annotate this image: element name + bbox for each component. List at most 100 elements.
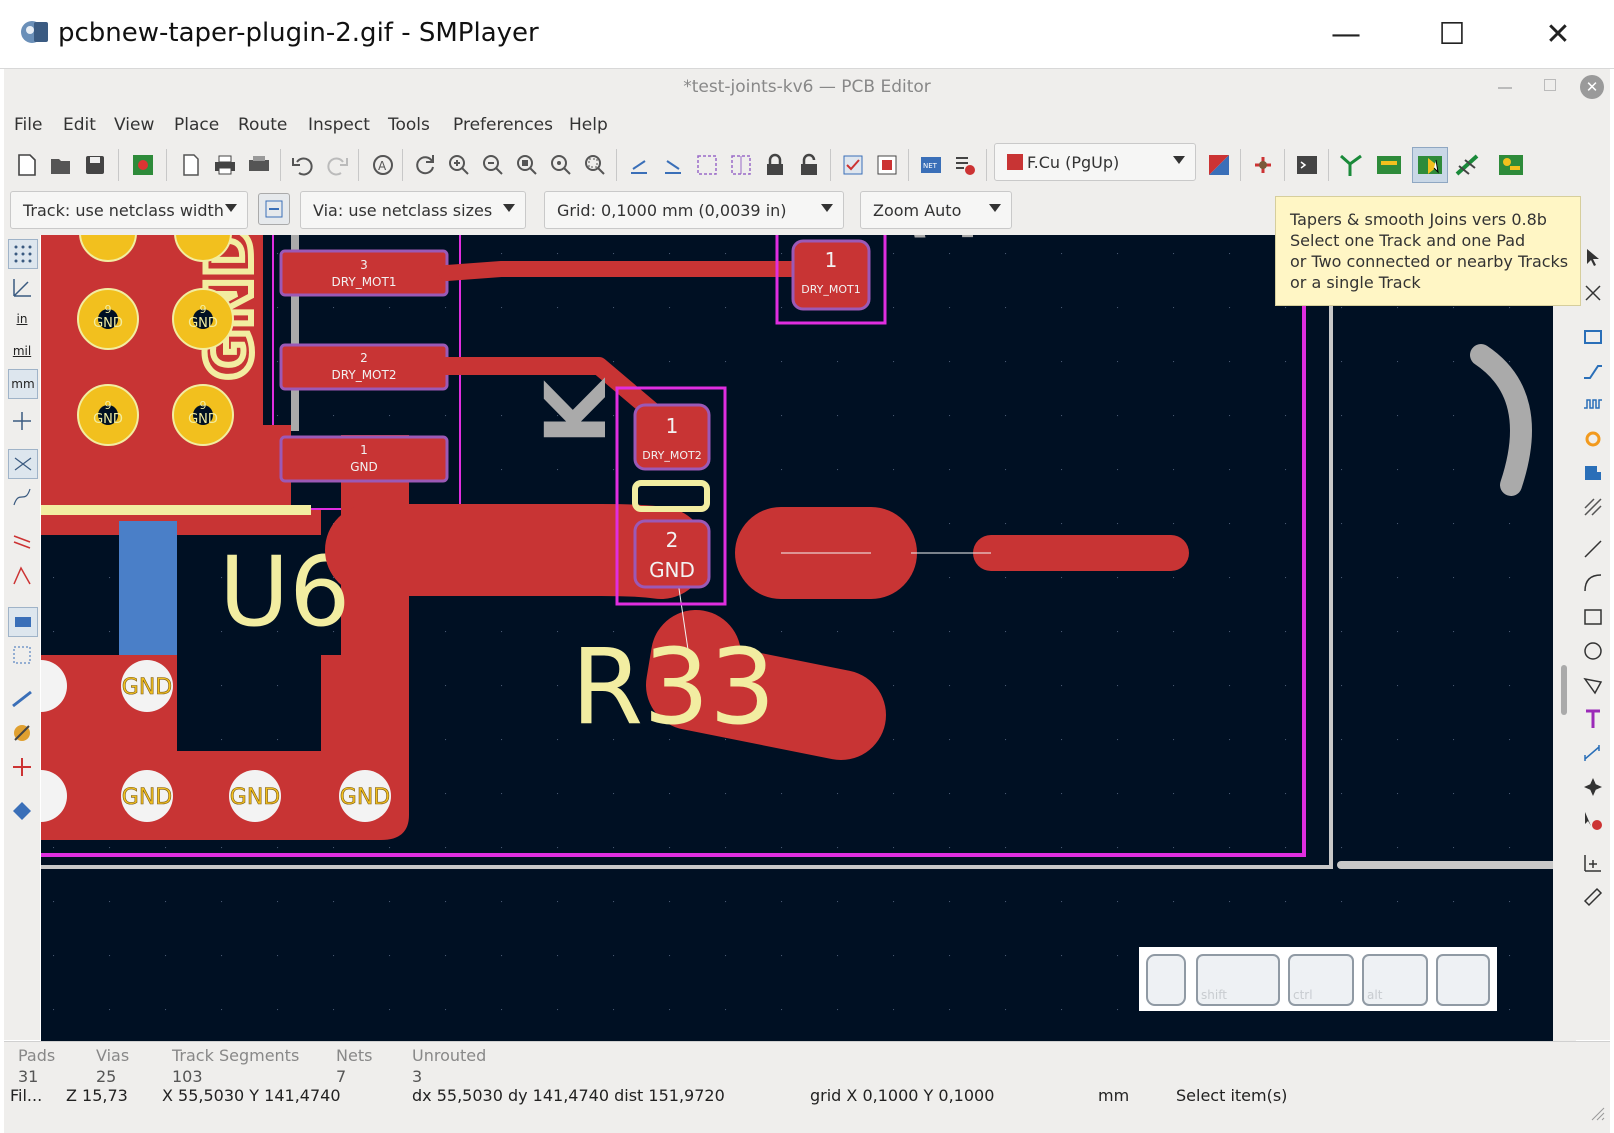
add-dimension-icon[interactable]: [1579, 739, 1607, 767]
via-size-select[interactable]: Via: use netclass sizes: [300, 191, 526, 229]
vertical-scroll-handle[interactable]: [1561, 665, 1567, 715]
zoom-select[interactable]: Zoom Auto: [860, 191, 1012, 229]
menu-preferences[interactable]: Preferences: [453, 115, 553, 135]
zone-outline-icon[interactable]: [8, 527, 36, 555]
zoom-objects-icon[interactable]: [544, 148, 578, 182]
close-button[interactable]: ✕: [1530, 14, 1586, 54]
high-contrast-icon[interactable]: [8, 719, 36, 747]
zoom-in-icon[interactable]: [442, 148, 476, 182]
local-ratsnest-icon[interactable]: [1579, 279, 1607, 307]
grid-toggle-icon[interactable]: [8, 239, 38, 269]
delete-tool-icon[interactable]: [1579, 807, 1607, 835]
redo-icon[interactable]: [320, 148, 354, 182]
kicad-close-icon[interactable]: ✕: [1580, 75, 1604, 99]
open-icon[interactable]: [44, 148, 78, 182]
mirror-h-icon[interactable]: [690, 148, 724, 182]
key-mouse: [1146, 954, 1186, 1006]
add-via-icon[interactable]: [1579, 425, 1607, 453]
vias-sketch-icon[interactable]: [8, 641, 36, 669]
fab-track-blue: [119, 521, 177, 671]
track-plugin-icon[interactable]: [1372, 148, 1406, 182]
netlist-icon[interactable]: NET: [914, 148, 948, 182]
cursor-style-icon[interactable]: [8, 407, 36, 435]
silk-k: K: [527, 377, 625, 445]
select-tool-icon[interactable]: [1579, 243, 1607, 271]
layer-pair-icon[interactable]: [1202, 148, 1236, 182]
scripting-tool-icon[interactable]: [1246, 148, 1280, 182]
status-file: Fil...: [10, 1086, 43, 1105]
tapers-plugin-icon[interactable]: [1412, 147, 1448, 183]
print-icon[interactable]: [208, 148, 242, 182]
rule-area-icon[interactable]: [1579, 493, 1607, 521]
draw-line-icon[interactable]: [1579, 535, 1607, 563]
drc-icon[interactable]: [836, 148, 870, 182]
kicad-maximize-icon[interactable]: [1544, 79, 1556, 91]
zoom-fit-icon[interactable]: [510, 148, 544, 182]
refresh-icon[interactable]: [408, 148, 442, 182]
zoom-out-icon[interactable]: [476, 148, 510, 182]
minimize-button[interactable]: —: [1318, 14, 1374, 54]
measure-tool-icon[interactable]: [1579, 883, 1607, 911]
menu-tools[interactable]: Tools: [388, 115, 430, 135]
plot-icon[interactable]: [242, 148, 276, 182]
menu-route[interactable]: Route: [238, 115, 287, 135]
menu-place[interactable]: Place: [174, 115, 219, 135]
units-inch-button[interactable]: in: [8, 305, 36, 333]
find-icon[interactable]: A: [366, 148, 400, 182]
place-anchor-icon[interactable]: [1579, 773, 1607, 801]
round-tracks-icon[interactable]: [1494, 148, 1528, 182]
via-stitching-icon[interactable]: [1452, 148, 1486, 182]
grid-select[interactable]: Grid: 0,1000 mm (0,0039 in): [544, 191, 844, 229]
save-icon[interactable]: [78, 148, 112, 182]
track-width-select[interactable]: Track: use netclass width: [10, 191, 248, 229]
grid-origin-icon[interactable]: [1579, 849, 1607, 877]
teardrops-plugin-icon[interactable]: [1334, 148, 1368, 182]
unlock-icon[interactable]: [792, 148, 826, 182]
lock-icon[interactable]: [758, 148, 792, 182]
menu-help[interactable]: Help: [569, 115, 608, 135]
page-settings-icon[interactable]: [174, 148, 208, 182]
draw-polygon-icon[interactable]: [1579, 671, 1607, 699]
python-console-icon[interactable]: [1290, 148, 1324, 182]
vertical-scrollbar[interactable]: [1553, 235, 1576, 1041]
add-text-icon[interactable]: [1579, 705, 1607, 733]
pad-label: GND: [93, 412, 123, 427]
zone-fill-icon[interactable]: [8, 561, 36, 589]
rotate-cw-icon[interactable]: [656, 148, 690, 182]
kicad-minimize-icon[interactable]: [1498, 87, 1512, 89]
pads-sketch-icon[interactable]: [8, 607, 38, 637]
polar-coords-icon[interactable]: [8, 273, 36, 301]
menu-inspect[interactable]: Inspect: [308, 115, 370, 135]
tracks-sketch-icon[interactable]: [8, 685, 36, 713]
footprint-editor-icon[interactable]: [870, 148, 904, 182]
rotate-ccw-icon[interactable]: [622, 148, 656, 182]
zoom-selection-icon[interactable]: [578, 148, 612, 182]
tune-length-icon[interactable]: [1579, 391, 1607, 419]
appearance-panel-icon[interactable]: [8, 797, 36, 825]
draw-circle-icon[interactable]: [1579, 637, 1607, 665]
status-grid: grid X 0,1000 Y 0,1000: [810, 1086, 995, 1105]
undo-icon[interactable]: [286, 148, 320, 182]
units-mm-button[interactable]: mm: [8, 369, 38, 399]
resize-grip-icon[interactable]: [1590, 1106, 1606, 1122]
add-zone-icon[interactable]: [1579, 459, 1607, 487]
menu-file[interactable]: File: [14, 115, 42, 135]
board-setup-icon[interactable]: [126, 148, 160, 182]
layer-selector[interactable]: F.Cu (PgUp): [994, 143, 1196, 181]
pcb-canvas[interactable]: GND GND GND GND GND 9 9 9 9: [41, 235, 1553, 1041]
draw-arc-icon[interactable]: [1579, 569, 1607, 597]
update-pcb-icon[interactable]: [948, 148, 982, 182]
ratsnest-icon[interactable]: [8, 449, 38, 479]
menu-edit[interactable]: Edit: [63, 115, 96, 135]
draw-rectangle-icon[interactable]: [1579, 603, 1607, 631]
route-track-icon[interactable]: [1579, 357, 1607, 385]
auto-width-toggle[interactable]: [258, 193, 290, 225]
new-board-icon[interactable]: [10, 148, 44, 182]
net-highlight-icon[interactable]: [8, 753, 36, 781]
mirror-v-icon[interactable]: [724, 148, 758, 182]
units-mil-button[interactable]: mil: [8, 337, 36, 365]
maximize-button[interactable]: ☐: [1424, 14, 1480, 54]
add-footprint-icon[interactable]: [1579, 323, 1607, 351]
curved-ratsnest-icon[interactable]: [8, 483, 36, 511]
menu-view[interactable]: View: [114, 115, 154, 135]
